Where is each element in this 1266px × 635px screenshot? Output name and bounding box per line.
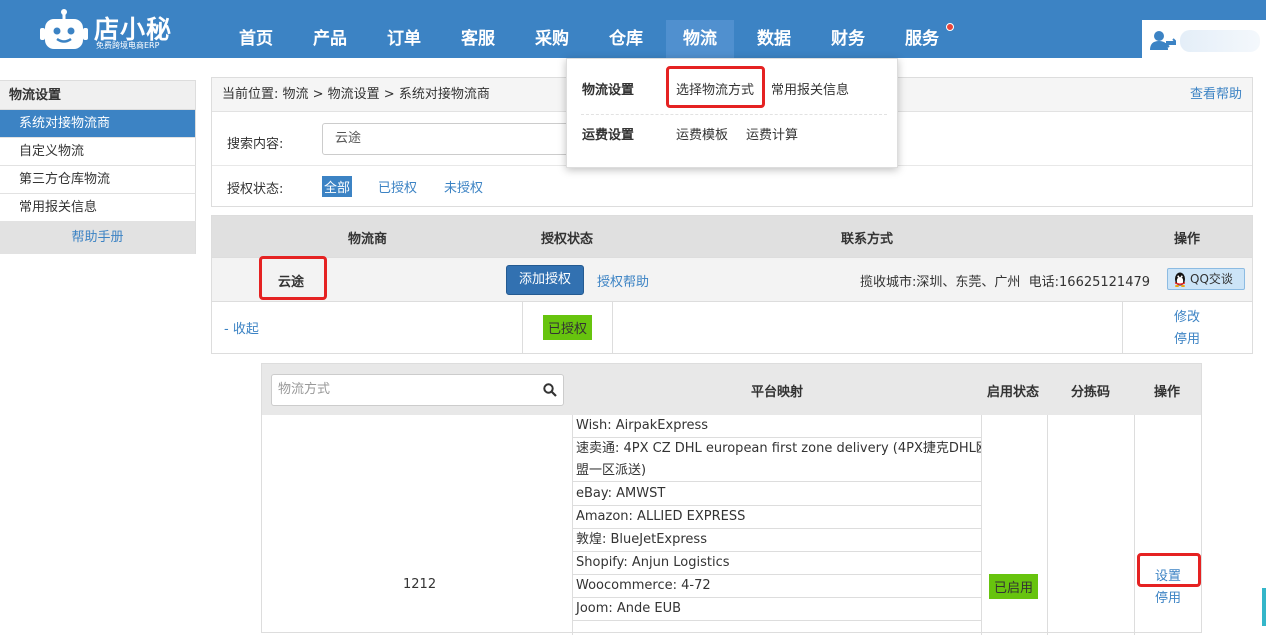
view-help-link[interactable]: 查看帮助 — [1190, 78, 1242, 112]
header-sort-code: 分拣码 — [1071, 385, 1111, 400]
mapping-dhgate: 敦煌: BlueJetExpress — [572, 529, 981, 552]
dropdown-link-freight-template[interactable]: 运费模板 — [676, 124, 728, 143]
column-divider — [1047, 415, 1048, 635]
mapping-amazon: Amazon: ALLIED EXPRESS — [572, 506, 981, 529]
mapping-aliexpress: 速卖通: 4PX CZ DHL european first zone deli… — [576, 441, 981, 456]
provider-row: 云途 添加授权 授权帮助 揽收城市:深圳、东莞、广州 电话:1662512147… — [212, 257, 1252, 301]
sidebar-help-manual[interactable]: 帮助手册 — [0, 222, 196, 254]
sidebar-item-third-party-warehouse[interactable]: 第三方仓库物流 — [0, 166, 196, 194]
highlight-provider-name — [259, 256, 327, 300]
nav-products[interactable]: 产品 — [296, 20, 364, 58]
header-method-actions: 操作 — [1154, 385, 1181, 400]
header-platform-mapping: 平台映射 — [751, 385, 804, 400]
column-divider — [522, 302, 523, 354]
breadcrumb-text: 当前位置: 物流 > 物流设置 > 系统对接物流商 — [222, 87, 490, 102]
mapping-woocommerce: Woocommerce: 4-72 — [572, 575, 981, 598]
nav-finance[interactable]: 财务 — [814, 20, 882, 58]
qq-chat-button[interactable]: QQ交谈 — [1167, 268, 1245, 290]
sidebar-item-custom-logistics[interactable]: 自定义物流 — [0, 138, 196, 166]
notification-dot — [946, 23, 954, 31]
nav-logistics[interactable]: 物流 — [666, 20, 734, 58]
header-actions: 操作 — [1174, 232, 1201, 247]
collapse-link[interactable]: - 收起 — [224, 318, 259, 337]
mapping-shopify: Shopify: Anjun Logistics — [572, 552, 981, 575]
column-divider — [981, 415, 982, 635]
sidebar: 物流设置 系统对接物流商 自定义物流 第三方仓库物流 常用报关信息 帮助手册 — [0, 80, 196, 254]
nav-purchasing[interactable]: 采购 — [518, 20, 586, 58]
header-provider: 物流商 — [348, 232, 388, 247]
sidebar-title: 物流设置 — [0, 80, 196, 110]
mapping-wish: Wish: AirpakExpress — [572, 415, 981, 438]
auth-status-label: 授权状态: — [227, 182, 284, 197]
disable-provider-link[interactable]: 停用 — [1174, 328, 1200, 347]
brand-tagline: 免费跨境电商ERP — [96, 41, 160, 50]
provider-table: 物流商 授权状态 联系方式 操作 云途 添加授权 授权帮助 揽收城市:深圳、东莞… — [211, 215, 1253, 354]
dropdown-heading-freight-settings: 运费设置 — [582, 128, 635, 143]
highlight-settings-link — [1137, 553, 1201, 587]
method-table-header: 物流方式 平台映射 启用状态 分拣码 操作 — [262, 364, 1201, 415]
contact-info: 揽收城市:深圳、东莞、广州 电话:16625121479 — [860, 275, 1151, 290]
dropdown-heading-logistics-settings: 物流设置 — [582, 83, 635, 98]
auth-filter-all[interactable]: 全部 — [322, 176, 353, 197]
qq-penguin-icon — [1175, 272, 1185, 287]
header-enable-status: 启用状态 — [987, 385, 1040, 400]
highlight-select-method — [666, 66, 765, 108]
top-bar: 店小秘 免费跨境电商ERP 首页 产品 订单 客服 采购 仓库 物流 数据 财务… — [0, 0, 1266, 58]
robot-logo-icon — [40, 9, 88, 49]
enabled-badge: 已启用 — [989, 574, 1039, 599]
auth-filter-unauthorized[interactable]: 未授权 — [442, 176, 485, 197]
user-icon — [1150, 31, 1176, 50]
auth-filter-authorized[interactable]: 已授权 — [376, 176, 419, 197]
dropdown-link-freight-calculator[interactable]: 运费计算 — [746, 124, 798, 143]
edge-scroll-indicator — [1262, 588, 1266, 626]
mapping-aliexpress-cont: 盟一区派送) — [572, 460, 981, 482]
method-search-input[interactable]: 物流方式 — [271, 374, 564, 406]
qq-chat-label: QQ交谈 — [1190, 272, 1233, 286]
header-contact: 联系方式 — [841, 232, 894, 247]
search-input[interactable]: 云途 — [322, 123, 572, 155]
shipping-method-table: 物流方式 平台映射 启用状态 分拣码 操作 1212 Wish: AirpakE… — [261, 363, 1202, 635]
dropdown-link-customs-info[interactable]: 常用报关信息 — [771, 79, 849, 98]
nav-warehouse[interactable]: 仓库 — [592, 20, 660, 58]
dropdown-divider — [581, 114, 887, 115]
nav-home[interactable]: 首页 — [222, 20, 290, 58]
nav-orders[interactable]: 订单 — [370, 20, 438, 58]
nav-customer-service[interactable]: 客服 — [444, 20, 512, 58]
user-menu[interactable] — [1142, 20, 1266, 58]
auth-help-link[interactable]: 授权帮助 — [597, 271, 649, 290]
add-auth-button[interactable]: 添加授权 — [506, 265, 584, 295]
sidebar-item-customs-info[interactable]: 常用报关信息 — [0, 194, 196, 222]
edit-provider-link[interactable]: 修改 — [1174, 306, 1200, 325]
logo[interactable]: 店小秘 免费跨境电商ERP — [40, 6, 200, 52]
mapping-joom: Joom: Ande EUB — [572, 598, 981, 621]
column-divider — [1122, 302, 1123, 354]
username-redacted — [1180, 30, 1260, 52]
column-divider — [612, 302, 613, 354]
search-icon[interactable] — [543, 383, 557, 397]
method-code: 1212 — [403, 577, 437, 592]
sidebar-item-system-carriers[interactable]: 系统对接物流商 — [0, 110, 196, 138]
provider-table-header: 物流商 授权状态 联系方式 操作 — [212, 216, 1252, 257]
method-disable-link[interactable]: 停用 — [1155, 587, 1181, 606]
nav-data[interactable]: 数据 — [740, 20, 808, 58]
header-auth-status: 授权状态 — [541, 232, 594, 247]
search-label: 搜索内容: — [227, 137, 284, 152]
provider-detail-row: - 收起 已授权 修改 停用 — [212, 301, 1252, 354]
column-divider — [1134, 415, 1135, 635]
authorized-badge: 已授权 — [543, 315, 593, 340]
mapping-ebay: eBay: AMWST — [572, 483, 981, 506]
